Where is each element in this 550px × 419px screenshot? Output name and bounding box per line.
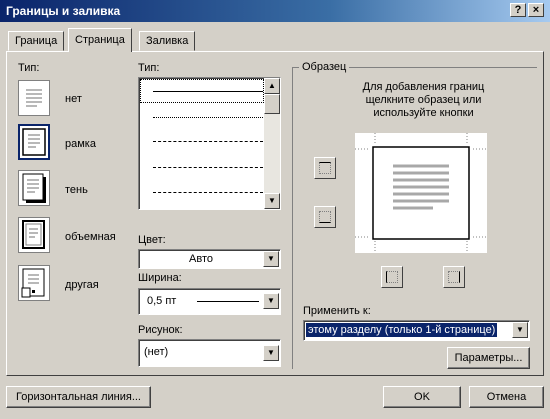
width-preview-line: [197, 301, 259, 302]
preview-hint: Для добавления границ щелкните образец и…: [362, 81, 485, 119]
line-style-solid[interactable]: [153, 91, 263, 92]
type-custom-icon[interactable]: [18, 265, 50, 301]
apply-to-select[interactable]: этому разделу (только 1-й странице) ▼: [303, 320, 530, 341]
type-none-icon[interactable]: [18, 80, 50, 116]
top-border-button[interactable]: [314, 157, 336, 179]
type-none-label[interactable]: нет: [65, 93, 82, 105]
width-value: 0,5 пт: [147, 295, 177, 307]
width-select[interactable]: 0,5 пт ▼: [138, 288, 281, 315]
right-border-icon: [448, 271, 460, 283]
type-3d-icon[interactable]: [18, 217, 50, 253]
window-title: Границы и заливка: [6, 4, 121, 18]
art-select[interactable]: (нет) ▼: [138, 339, 281, 367]
type-shadow-label[interactable]: тень: [65, 184, 88, 196]
chevron-down-icon[interactable]: ▼: [512, 322, 528, 338]
ok-button[interactable]: OK: [383, 386, 461, 408]
group-frame-left: [292, 67, 293, 369]
tab-border[interactable]: Граница: [8, 31, 65, 51]
color-label: Цвет:: [138, 234, 166, 246]
art-value: (нет): [144, 346, 169, 358]
apply-to-value: этому разделу (только 1-й странице): [306, 323, 498, 337]
art-label: Рисунок:: [138, 324, 183, 336]
type-shadow-icon[interactable]: [18, 170, 50, 206]
left-border-button[interactable]: [381, 266, 403, 288]
horizontal-line-button[interactable]: Горизонтальная линия...: [6, 386, 151, 408]
right-border-button[interactable]: [443, 266, 465, 288]
chevron-down-icon[interactable]: ▼: [263, 293, 279, 309]
line-style-list[interactable]: ▲ ▼: [138, 77, 281, 210]
line-style-scrollbar[interactable]: ▲ ▼: [264, 78, 280, 209]
bottom-border-button[interactable]: [314, 206, 336, 228]
top-border-icon: [319, 162, 331, 174]
options-button[interactable]: Параметры...: [447, 347, 530, 369]
type-label: Тип:: [18, 62, 40, 74]
type-3d-label[interactable]: объемная: [65, 231, 116, 243]
type-custom-label[interactable]: другая: [65, 279, 99, 291]
scroll-down-icon[interactable]: ▼: [264, 193, 280, 209]
preview-label: Образец: [299, 61, 350, 73]
apply-to-label: Применить к:: [303, 305, 371, 317]
type-box-label[interactable]: рамка: [65, 138, 96, 150]
style-label: Тип:: [138, 62, 160, 74]
preview-area[interactable]: [355, 133, 487, 253]
cancel-button[interactable]: Отмена: [469, 386, 544, 408]
line-style-dash-dot[interactable]: [153, 192, 263, 193]
left-border-icon: [386, 271, 398, 283]
title-bar: Границы и заливка: [0, 0, 550, 22]
close-button[interactable]: ×: [528, 3, 544, 17]
line-style-dash[interactable]: [153, 167, 263, 168]
line-style-dotted[interactable]: [153, 117, 263, 118]
color-value: Авто: [189, 253, 213, 265]
color-select[interactable]: Авто ▼: [138, 249, 281, 269]
scroll-thumb[interactable]: [264, 94, 280, 114]
scroll-up-icon[interactable]: ▲: [264, 78, 280, 94]
line-style-small-dash[interactable]: [153, 141, 263, 142]
help-button[interactable]: ?: [510, 3, 526, 17]
width-label: Ширина:: [138, 272, 182, 284]
tab-shading[interactable]: Заливка: [139, 31, 196, 51]
bottom-border-icon: [319, 211, 331, 223]
tab-page-border[interactable]: Страница: [68, 28, 132, 52]
chevron-down-icon[interactable]: ▼: [263, 251, 279, 267]
type-box-icon[interactable]: [18, 124, 50, 160]
chevron-down-icon[interactable]: ▼: [263, 345, 279, 361]
